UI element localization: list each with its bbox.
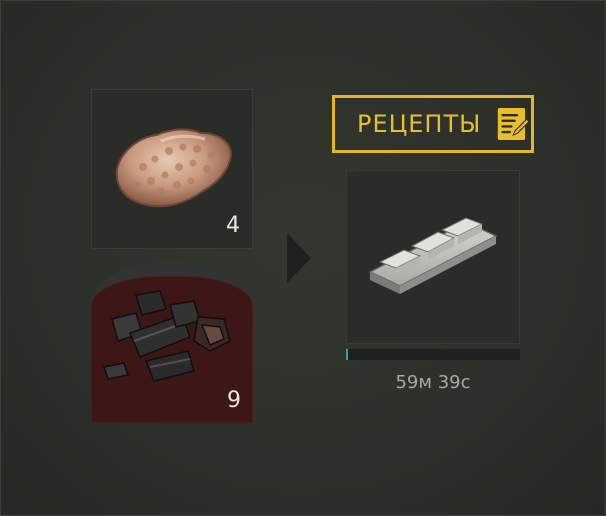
crafting-progress-bar (346, 349, 520, 360)
metal-ingot-icon (368, 217, 498, 294)
output-slot[interactable] (346, 170, 520, 344)
recipe-note-pencil-icon (498, 107, 531, 141)
arrow-right-icon (287, 233, 311, 283)
recipes-button[interactable]: РЕЦЕПТЫ (332, 95, 534, 153)
recipes-label: РЕЦЕПТЫ (357, 110, 482, 138)
crafting-progress-fill (346, 349, 348, 360)
ore-count: 4 (226, 213, 240, 238)
ore-input-slot[interactable]: 4 (91, 89, 253, 249)
coal-count: 9 (227, 388, 241, 413)
coal-fuel-slot[interactable]: 9 (91, 262, 253, 423)
time-remaining: 59м 39с (395, 372, 471, 393)
